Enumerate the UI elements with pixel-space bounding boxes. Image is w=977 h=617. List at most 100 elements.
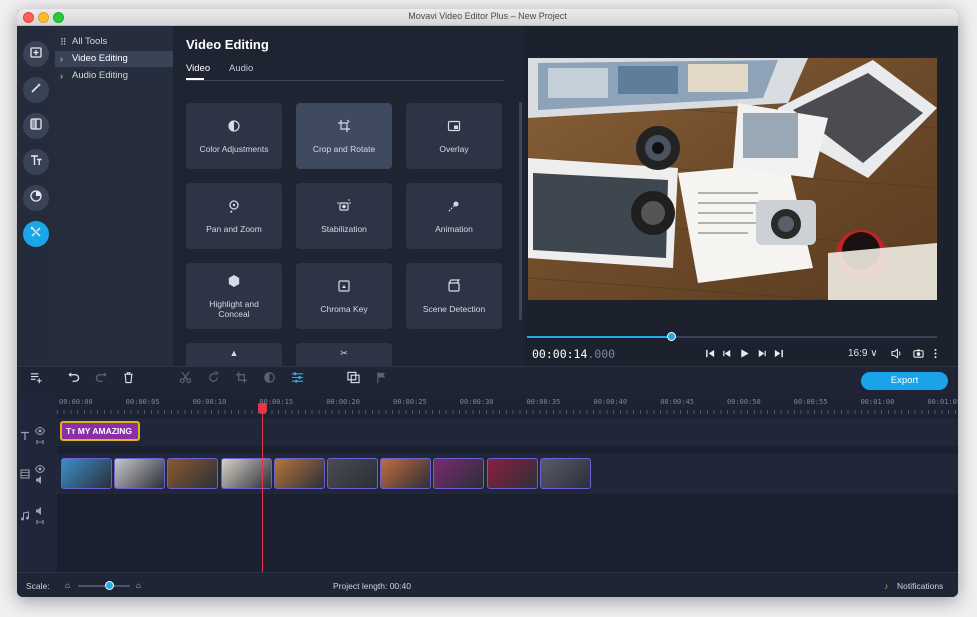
volume-button[interactable] (891, 346, 902, 364)
tools-icon (29, 225, 43, 244)
next-frame-button[interactable] (756, 346, 767, 364)
title-track[interactable] (57, 418, 958, 446)
split-button[interactable] (178, 371, 192, 387)
chevron-right-icon: › (60, 71, 63, 81)
lock-link-icon[interactable] (35, 437, 45, 447)
flag-icon (375, 371, 388, 389)
panel-title: Video Editing (186, 37, 269, 52)
zoom-out-icon[interactable]: ⌂ (65, 581, 70, 590)
video-clip[interactable] (486, 458, 538, 489)
filters-button[interactable] (23, 77, 49, 103)
crop-icon (337, 119, 351, 144)
stickers-icon (29, 189, 43, 208)
redo-button[interactable] (94, 372, 108, 387)
crop-button[interactable] (234, 371, 248, 389)
chevron-right-icon: › (60, 54, 63, 64)
tool-navigation: ⠿ All Tools › Video Editing › Audio Edit… (55, 26, 173, 366)
tool-chroma-key[interactable]: Chroma Key (296, 263, 392, 329)
scale-slider-handle[interactable] (105, 581, 114, 590)
zoom-in-icon[interactable]: ⌂ (136, 581, 141, 590)
transitions-icon (29, 117, 43, 136)
notifications-link[interactable]: Notifications (897, 581, 943, 591)
transitions-button[interactable] (23, 113, 49, 139)
video-clip[interactable] (327, 458, 378, 489)
more-tools-button[interactable] (23, 221, 49, 247)
skip-forward-icon (773, 346, 784, 364)
clip-properties-button[interactable] (290, 371, 304, 389)
skip-to-start-button[interactable] (705, 346, 716, 364)
skip-back-icon (705, 346, 716, 364)
tool-overlay[interactable]: Overlay (406, 103, 502, 169)
ruler-ticks (57, 410, 958, 414)
nav-all-tools[interactable]: ⠿ All Tools (55, 34, 173, 50)
nav-audio-editing[interactable]: › Audio Editing (55, 68, 173, 84)
video-track-icon (20, 469, 30, 479)
titles-button[interactable] (23, 149, 49, 175)
video-clip[interactable] (167, 458, 219, 489)
import-button[interactable] (23, 41, 49, 67)
tool-pan-and-zoom[interactable]: Pan and Zoom (186, 183, 282, 249)
undo-button[interactable] (66, 372, 80, 387)
playback-progress-handle[interactable] (666, 332, 676, 341)
ruler-time-label: 00:00:55 (793, 398, 828, 406)
stickers-button[interactable] (23, 185, 49, 211)
overlay-icon (447, 119, 461, 144)
delete-button[interactable] (121, 372, 135, 387)
play-button[interactable] (739, 346, 750, 364)
left-toolbar (17, 26, 55, 366)
panel-tabs: Video Audio (186, 63, 504, 81)
audio-track[interactable] (57, 499, 958, 572)
preview-player: 00:00:14.000 16:9 ∨ (525, 26, 958, 366)
timeline[interactable]: 00:00:00 00:00:05 00:00:10 00:00:15 00:00:20… (57, 393, 958, 572)
video-clip[interactable] (539, 458, 591, 489)
ruler-time-label: 00:00:35 (526, 398, 561, 406)
crop-icon (235, 371, 248, 389)
ruler-time-label: 00:00:50 (727, 398, 761, 406)
tool-animation[interactable]: Animation (406, 183, 502, 249)
video-clip[interactable] (61, 458, 112, 489)
track-headers (17, 393, 57, 572)
video-clip[interactable] (273, 458, 325, 489)
tool-crop-and-rotate[interactable]: Crop and Rotate (296, 103, 392, 169)
titles-icon (29, 153, 43, 172)
tab-video[interactable]: Video (186, 63, 210, 74)
contrast-icon (227, 119, 241, 144)
tool-color-adjustments[interactable]: Color Adjustments (186, 103, 282, 169)
video-clip[interactable] (380, 458, 432, 489)
marker-button[interactable] (374, 371, 388, 389)
video-clip[interactable] (220, 458, 272, 489)
playhead-handle[interactable] (258, 403, 267, 414)
previous-frame-button[interactable] (722, 346, 733, 364)
aspect-ratio-select[interactable]: 16:9 ∨ (848, 348, 878, 359)
sliders-icon (291, 371, 304, 389)
lock-link-icon[interactable] (35, 517, 45, 527)
panel-scrollbar[interactable] (519, 102, 522, 320)
tool-partial-1[interactable]: ▲ (186, 343, 282, 366)
visibility-eye-icon[interactable] (35, 426, 45, 436)
time-ruler[interactable]: 00:00:00 00:00:05 00:00:10 00:00:15 00:00:20… (57, 393, 958, 415)
overlay-button[interactable] (346, 371, 360, 387)
tab-audio[interactable]: Audio (229, 63, 253, 74)
video-clip[interactable] (114, 458, 166, 489)
title-bar: Movavi Video Editor Plus – New Project (17, 9, 958, 26)
skip-to-end-button[interactable] (773, 346, 784, 364)
app-window: Movavi Video Editor Plus – New Project ⠿… (17, 9, 958, 597)
speaker-icon[interactable] (35, 506, 45, 516)
snapshot-button[interactable] (913, 346, 924, 364)
tool-highlight-and-conceal[interactable]: Highlight and Conceal (186, 263, 282, 329)
tool-scene-detection[interactable]: Scene Detection (406, 263, 502, 329)
export-button[interactable]: Export (861, 372, 948, 390)
tool-partial-2[interactable]: ✂ (296, 343, 392, 366)
add-track-button[interactable] (29, 373, 43, 387)
title-clip[interactable]: Tт MY AMAZING (60, 421, 140, 441)
scale-slider[interactable] (78, 585, 130, 587)
more-options-button[interactable] (930, 346, 941, 364)
visibility-eye-icon[interactable] (35, 464, 45, 474)
tool-stabilization[interactable]: Stabilization (296, 183, 392, 249)
nav-video-editing[interactable]: › Video Editing (55, 51, 173, 67)
color-adjust-button[interactable] (262, 372, 276, 387)
speaker-icon[interactable] (35, 475, 45, 485)
rotate-button[interactable] (206, 371, 220, 387)
bell-icon[interactable]: ♪ (884, 581, 888, 591)
video-clip[interactable] (433, 458, 485, 489)
